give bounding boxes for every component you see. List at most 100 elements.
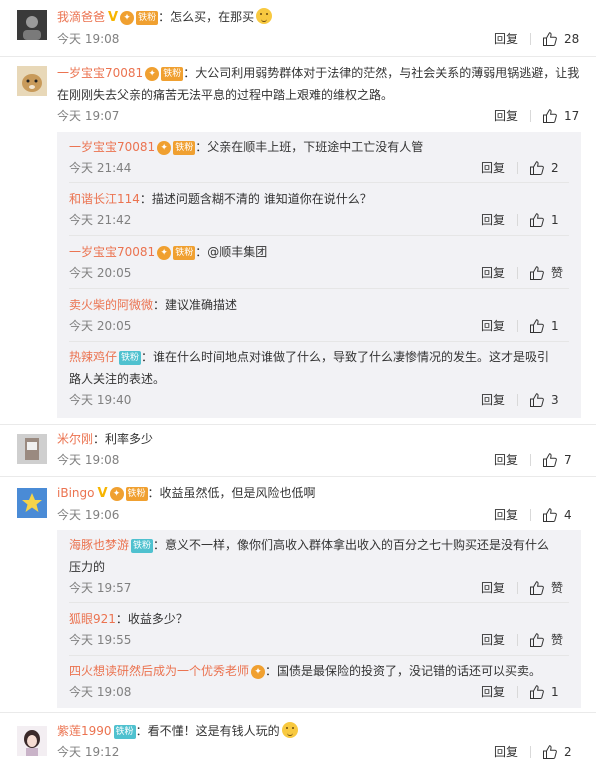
reply-button[interactable]: 回复 xyxy=(481,390,505,410)
reply-button[interactable]: 回复 xyxy=(494,450,518,470)
divider xyxy=(517,394,518,406)
reply-text: ：国债是最保险的投资了，没记错的话还可以买卖。 xyxy=(265,664,542,678)
comment-username[interactable]: iBingo xyxy=(57,486,94,500)
comment-text-continued: 在刚刚失去父亲的痛苦无法平息的过程中踏上艰难的维权之路。 xyxy=(57,88,394,102)
thumbs-up-icon xyxy=(530,393,544,407)
divider xyxy=(530,454,531,466)
comment-username[interactable]: 紫莲1990 xyxy=(57,724,112,738)
divider xyxy=(517,267,518,279)
reply-username[interactable]: 卖火柴的阿微微 xyxy=(69,298,153,312)
reply-list: 海豚也梦游 铁粉 ：意义不一样，像你们高收入群体拿出收入的百分之七十购买还是没有什么… xyxy=(57,530,581,708)
verified-icon: V xyxy=(108,10,119,25)
reply-time: 今天 21:42 xyxy=(69,213,132,227)
reply-item: 四火想读研然后成为一个优秀老师 ✦ ：国债是最保险的投资了，没记错的话还可以买卖。 … xyxy=(69,660,569,702)
fan-badge: 铁粉 xyxy=(131,539,154,553)
avatar[interactable] xyxy=(17,10,47,40)
reply-button[interactable]: 回复 xyxy=(481,158,505,178)
comment: 紫莲1990 铁粉 ：看不懂！这是有钱人玩的 今天 19:12 回复 2 xyxy=(0,712,596,772)
like-button[interactable]: 赞 xyxy=(529,263,569,283)
reply-username[interactable]: 狐眼921 xyxy=(69,612,116,626)
like-button[interactable]: 2 xyxy=(529,158,569,178)
like-button[interactable]: 28 xyxy=(542,29,582,49)
divider xyxy=(517,162,518,174)
like-button[interactable]: 7 xyxy=(542,450,582,470)
vip-icon: ✦ xyxy=(157,141,172,155)
comment-time: 今天 19:08 xyxy=(57,453,120,467)
reply-button[interactable]: 回复 xyxy=(494,106,518,126)
reply-button[interactable]: 回复 xyxy=(481,316,505,336)
reply-text-continued: 路人关注的表述。 xyxy=(69,372,166,386)
thumbs-up-icon xyxy=(543,109,557,123)
avatar[interactable] xyxy=(17,434,47,464)
comment-meta: 今天 19:07 回复 17 xyxy=(57,106,582,126)
reply-button[interactable]: 回复 xyxy=(481,210,505,230)
reply-time: 今天 20:05 xyxy=(69,266,132,280)
reply-username[interactable]: 一岁宝宝70081 xyxy=(69,140,155,154)
divider xyxy=(517,582,518,594)
reply-button[interactable]: 回复 xyxy=(494,29,518,49)
reply-button[interactable]: 回复 xyxy=(481,263,505,283)
reply-item: 一岁宝宝70081 ✦ 铁粉 ：@顺丰集团 今天 20:05 回复 赞 xyxy=(69,241,569,283)
like-button[interactable]: 4 xyxy=(542,505,582,525)
fan-badge: 铁粉 xyxy=(136,11,159,25)
comment-username[interactable]: 我滴爸爸 xyxy=(57,10,105,24)
like-button[interactable]: 赞 xyxy=(529,578,569,598)
like-count: 3 xyxy=(551,393,559,407)
reply-username[interactable]: 四火想读研然后成为一个优秀老师 xyxy=(69,664,249,678)
reply-button[interactable]: 回复 xyxy=(481,630,505,650)
reply-username[interactable]: 一岁宝宝70081 xyxy=(69,245,155,259)
divider xyxy=(517,634,518,646)
divider xyxy=(69,235,569,236)
divider xyxy=(530,746,531,758)
comment-meta: 今天 19:12 回复 2 xyxy=(57,742,582,762)
reply-username[interactable]: 海豚也梦游 xyxy=(69,538,129,552)
avatar[interactable] xyxy=(17,66,47,96)
avatar[interactable] xyxy=(17,488,47,518)
reply-text: ：意义不一样，像你们高收入群体拿出收入的百分之七十购买还是没有什么 xyxy=(153,538,550,552)
like-button[interactable]: 赞 xyxy=(529,630,569,650)
reply-button[interactable]: 回复 xyxy=(481,578,505,598)
comment: iBingo V ✦ 铁粉 ：收益虽然低，但是风险也低啊 今天 19:06 回复 4 海… xyxy=(0,476,596,708)
thumbs-up-icon xyxy=(530,685,544,699)
comment-meta: 今天 19:08 回复 28 xyxy=(57,29,582,49)
thumbs-up-icon xyxy=(543,453,557,467)
divider xyxy=(530,509,531,521)
like-count: 赞 xyxy=(551,633,564,647)
divider xyxy=(517,320,518,332)
comment-text: ：收益虽然低，但是风险也低啊 xyxy=(147,486,316,500)
thumbs-up-icon xyxy=(530,319,544,333)
vip-icon: ✦ xyxy=(251,665,266,679)
reply-button[interactable]: 回复 xyxy=(494,742,518,762)
like-button[interactable]: 17 xyxy=(542,106,582,126)
reply-button[interactable]: 回复 xyxy=(481,682,505,702)
laughing-emoji-icon xyxy=(281,722,298,738)
reply-item: 狐眼921：收益多少？ 今天 19:55 回复 赞 xyxy=(69,608,569,650)
reply-username[interactable]: 和谐长江114 xyxy=(69,192,140,206)
comment-username[interactable]: 米尔刚 xyxy=(57,432,93,446)
like-button[interactable]: 1 xyxy=(529,210,569,230)
like-button[interactable]: 1 xyxy=(529,682,569,702)
like-count: 17 xyxy=(564,109,580,123)
reply-button[interactable]: 回复 xyxy=(494,505,518,525)
like-button[interactable]: 1 xyxy=(529,316,569,336)
divider xyxy=(69,602,569,603)
like-count: 7 xyxy=(564,453,572,467)
like-button[interactable]: 2 xyxy=(542,742,582,762)
comment-username[interactable]: 一岁宝宝70081 xyxy=(57,66,143,80)
comment-meta: 今天 19:06 回复 4 xyxy=(57,505,582,525)
like-count: 赞 xyxy=(551,266,564,280)
divider xyxy=(517,214,518,226)
divider xyxy=(69,341,569,342)
fan-badge: 铁粉 xyxy=(125,487,148,501)
fan-badge: 铁粉 xyxy=(119,351,142,365)
avatar[interactable] xyxy=(17,726,47,756)
reply-username[interactable]: 热辣鸡仔 xyxy=(69,350,117,364)
reply-text: ：建议准确描述 xyxy=(153,298,238,312)
reply-item: 热辣鸡仔 铁粉 ：谁在什么时间地点对谁做了什么，导致了什么凄惨情况的发生。这才是吸引… xyxy=(69,346,569,410)
thumbs-up-icon xyxy=(530,581,544,595)
like-button[interactable]: 3 xyxy=(529,390,569,410)
confused-emoji-icon xyxy=(256,8,273,24)
divider xyxy=(69,182,569,183)
divider xyxy=(517,686,518,698)
comment-time: 今天 19:07 xyxy=(57,109,120,123)
